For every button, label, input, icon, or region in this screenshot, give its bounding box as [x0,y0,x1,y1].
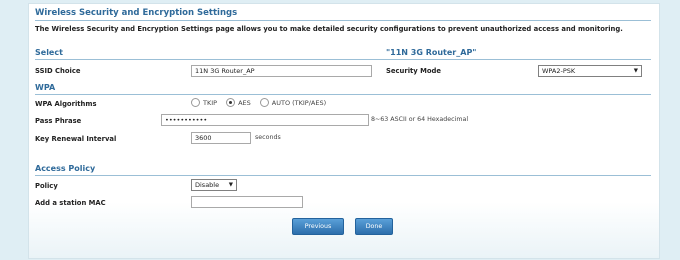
wpa-algorithms-label: WPA Algorithms [35,100,97,108]
key-renewal-label: Key Renewal Interval [35,135,117,143]
settings-panel: Wireless Security and Encryption Setting… [28,3,660,259]
radio-auto-label: AUTO (TKIP/AES) [271,98,327,107]
wpa-divider [35,94,651,95]
key-renewal-unit: seconds [255,134,281,141]
security-mode-select[interactable]: WPA2-PSK ▼ [538,65,642,77]
key-renewal-input[interactable]: 3600 [191,132,251,144]
wpa-algorithms-group: TKIP AES AUTO (TKIP/AES) [191,98,335,107]
previous-button[interactable]: Previous [292,218,344,235]
security-mode-label: Security Mode [386,67,442,75]
add-station-mac-input[interactable] [191,196,303,208]
pass-phrase-hint: 8~63 ASCII or 64 Hexadecimal [371,116,469,123]
ssid-choice-label: SSID Choice [35,67,81,75]
radio-option-aes[interactable]: AES [226,98,251,107]
network-name-heading: "11N 3G Router_AP" [386,48,477,57]
access-policy-title: Access Policy [35,164,96,173]
page-description: The Wireless Security and Encryption Set… [35,25,623,33]
radio-tkip-label: TKIP [203,98,218,107]
select-section-title: Select [35,48,63,57]
pass-phrase-input[interactable]: ••••••••••• [161,114,369,126]
radio-option-tkip[interactable]: TKIP [191,98,217,107]
policy-value: Disable [195,181,220,189]
chevron-down-icon: ▼ [633,68,638,74]
radio-option-auto[interactable]: AUTO (TKIP/AES) [259,98,327,107]
policy-label: Policy [35,182,58,190]
chevron-down-icon: ▼ [228,182,233,188]
pass-phrase-label: Pass Phrase [35,117,82,125]
done-button[interactable]: Done [355,218,393,235]
security-mode-value: WPA2-PSK [542,67,576,75]
select-divider [35,59,651,60]
wpa-section-title: WPA [35,83,56,92]
page-title: Wireless Security and Encryption Setting… [35,8,651,21]
radio-tkip[interactable] [191,98,200,107]
radio-aes[interactable] [226,98,236,107]
radio-aes-label: AES [238,98,251,107]
ssid-choice-input[interactable]: 11N 3G Router_AP [191,65,372,77]
radio-auto[interactable] [259,98,269,107]
policy-select[interactable]: Disable ▼ [191,179,237,191]
add-station-mac-label: Add a station MAC [35,199,106,207]
access-policy-divider [35,175,651,176]
